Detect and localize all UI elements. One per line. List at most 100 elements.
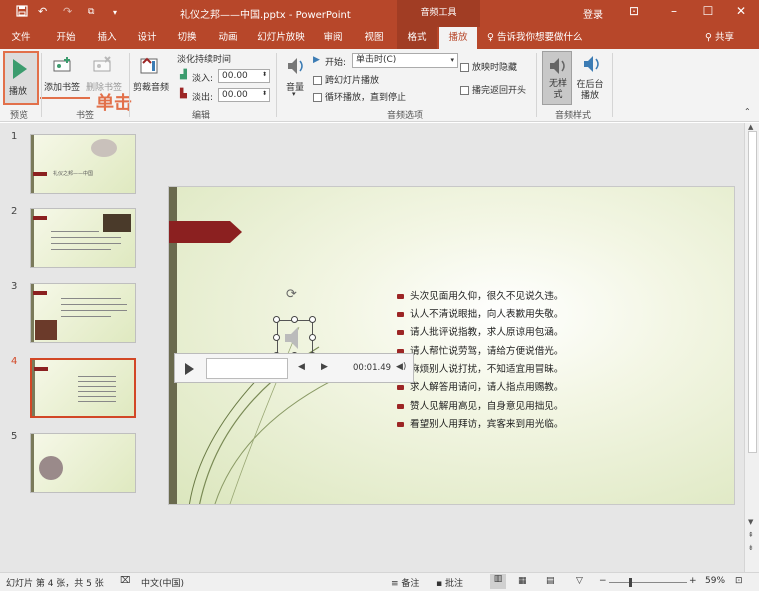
thumb-text-line <box>78 381 116 382</box>
zoom-slider-thumb[interactable] <box>629 578 632 587</box>
fade-in-input[interactable]: 00.00 ⬍ <box>218 69 270 83</box>
player-play-icon[interactable] <box>185 363 194 375</box>
zoom-slider-track[interactable] <box>609 582 687 583</box>
previous-slide-icon[interactable]: ⇞ <box>748 531 754 539</box>
start-from-beginning-icon[interactable]: ⧉ <box>88 7 94 17</box>
play-in-background-button[interactable]: 在后台播放 <box>573 80 607 102</box>
person-icon: ⚲ <box>705 32 715 43</box>
play-button[interactable]: 播放 <box>3 51 39 105</box>
tab-insert[interactable]: 插入 <box>88 27 126 49</box>
tab-format[interactable]: 格式 <box>397 27 437 49</box>
slide-thumbnail-5[interactable] <box>30 433 136 493</box>
spellcheck-icon[interactable]: ⌧ <box>120 576 130 586</box>
hide-during-show-checkbox[interactable]: 放映时隐藏 <box>460 60 517 73</box>
slide-thumbnail-4[interactable] <box>30 358 136 418</box>
customize-quick-access-icon[interactable]: ▾ <box>113 8 117 17</box>
checkbox-icon <box>460 63 469 72</box>
remove-bookmark-button[interactable]: 删除书签 <box>86 80 122 93</box>
rotate-handle-icon[interactable]: ⟳ <box>286 287 297 302</box>
thumb-image <box>35 320 57 340</box>
tab-slideshow[interactable]: 幻灯片放映 <box>250 27 312 49</box>
slide-thumbnail-2[interactable] <box>30 208 136 268</box>
slideshow-view-icon[interactable]: ▽ <box>576 576 583 586</box>
add-bookmark-icon[interactable] <box>52 55 74 75</box>
group-audio-styles-label: 音频样式 <box>555 111 592 121</box>
tab-review[interactable]: 审阅 <box>314 27 352 49</box>
slide-thumbnail-1[interactable]: 礼仪之邦——中国 <box>30 134 136 194</box>
slide-thumbnail-3[interactable] <box>30 283 136 343</box>
tab-transitions[interactable]: 切换 <box>168 27 206 49</box>
tell-me-box[interactable]: ♀ 告诉我你想要做什么 <box>487 27 583 49</box>
share-button[interactable]: ⚲ 共享 <box>705 27 734 49</box>
redo-icon[interactable]: ↷ <box>63 5 72 18</box>
reading-view-icon[interactable]: ▤ <box>546 576 555 586</box>
thumb-image <box>39 456 63 480</box>
scroll-up-icon[interactable]: ▲ <box>748 123 753 131</box>
resize-handle[interactable] <box>309 334 316 341</box>
tab-home[interactable]: 开始 <box>46 27 86 49</box>
resize-handle[interactable] <box>273 334 280 341</box>
undo-icon[interactable]: ↶ <box>38 5 47 18</box>
current-slide[interactable]: 头次见面用久仰，很久不见说久违。 认人不清说眼拙，向人表歉用失敬。 请人批评说指… <box>168 186 735 505</box>
skip-back-icon[interactable]: ◀ <box>298 362 305 372</box>
bullet-item: 请人帮忙说劳驾，请给方便说借光。 <box>397 343 564 357</box>
zoom-level[interactable]: 59% <box>705 576 725 586</box>
tab-file[interactable]: 文件 <box>0 27 42 49</box>
add-bookmark-button[interactable]: 添加书签 <box>44 80 80 93</box>
tab-view[interactable]: 视图 <box>354 27 394 49</box>
resize-handle[interactable] <box>273 316 280 323</box>
volume-icon[interactable]: ◀) <box>396 362 406 372</box>
save-icon[interactable] <box>16 5 28 20</box>
resize-handle[interactable] <box>309 316 316 323</box>
hide-during-show-label: 放映时隐藏 <box>472 63 518 73</box>
thumb-image <box>103 214 131 232</box>
fade-in-value: 00.00 <box>222 71 248 81</box>
login-link[interactable]: 登录 <box>583 6 603 21</box>
zoom-in-icon[interactable]: + <box>689 576 697 586</box>
slide-sorter-icon[interactable]: ▦ <box>518 576 527 586</box>
tab-design[interactable]: 设计 <box>128 27 166 49</box>
next-slide-icon[interactable]: ⇟ <box>748 544 754 552</box>
title-bar: ↶ ↷ ⧉ ▾ 礼仪之邦——中国.pptx - PowerPoint 音频工具 … <box>0 0 759 27</box>
normal-view-icon[interactable]: ▥ <box>490 574 506 589</box>
slide-thumbnail-pane: 1 礼仪之邦——中国 2 3 4 5 <box>0 123 150 572</box>
language-indicator[interactable]: 中文(中国) <box>141 576 184 589</box>
start-dropdown[interactable]: 单击时(C) ▾ <box>352 53 458 68</box>
vertical-scrollbar[interactable]: ▲ ▼ ⇞ ⇟ <box>744 123 759 572</box>
trim-audio-icon[interactable] <box>138 53 160 77</box>
fit-to-window-icon[interactable]: ⊡ <box>735 576 743 586</box>
skip-forward-icon[interactable]: ▶ <box>321 362 328 372</box>
bullet-item: 麻烦别人说打扰，不知适宜用冒昧。 <box>397 361 564 375</box>
collapse-ribbon-icon[interactable]: ⌃ <box>744 107 751 116</box>
maximize-icon[interactable]: ☐ <box>698 4 718 18</box>
spinner-icon[interactable]: ⬍ <box>262 69 267 81</box>
remove-bookmark-icon[interactable] <box>92 55 114 75</box>
notes-button[interactable]: ≡ 备注 <box>391 576 419 589</box>
no-style-button[interactable]: 无样式 <box>542 51 572 105</box>
loop-until-stopped-checkbox[interactable]: 循环播放，直到停止 <box>313 90 406 103</box>
scroll-thumb[interactable] <box>748 131 757 453</box>
bullet-item: 求人解答用请问，请人指点用赐教。 <box>397 379 564 393</box>
fade-duration-title: 淡化持续时间 <box>177 55 232 65</box>
spinner-icon[interactable]: ⬍ <box>262 88 267 100</box>
trim-audio-button[interactable]: 剪裁音频 <box>133 80 169 93</box>
play-across-slides-checkbox[interactable]: 跨幻灯片播放 <box>313 73 379 86</box>
rewind-after-playing-checkbox[interactable]: 播完返回开头 <box>460 83 526 96</box>
chevron-down-icon[interactable]: ▾ <box>292 90 296 98</box>
volume-icon[interactable] <box>285 55 307 77</box>
ribbon-display-options-icon[interactable]: ⊡ <box>624 4 644 18</box>
tab-playback[interactable]: 播放 <box>439 27 477 49</box>
comments-button[interactable]: ▪ 批注 <box>436 576 463 589</box>
play-in-background-icon[interactable] <box>581 53 603 75</box>
audio-progress-track[interactable] <box>206 358 288 379</box>
minimize-icon[interactable]: – <box>664 4 684 18</box>
scroll-down-icon[interactable]: ▼ <box>748 518 753 526</box>
fade-out-input[interactable]: 00.00 ⬍ <box>218 88 270 102</box>
comments-label: 批注 <box>444 579 463 589</box>
audio-speaker-object[interactable] <box>277 320 313 356</box>
resize-handle[interactable] <box>291 316 298 323</box>
close-icon[interactable]: ✕ <box>731 4 751 18</box>
tab-animations[interactable]: 动画 <box>208 27 248 49</box>
thumb-flag <box>34 367 48 371</box>
zoom-out-icon[interactable]: − <box>599 576 607 586</box>
